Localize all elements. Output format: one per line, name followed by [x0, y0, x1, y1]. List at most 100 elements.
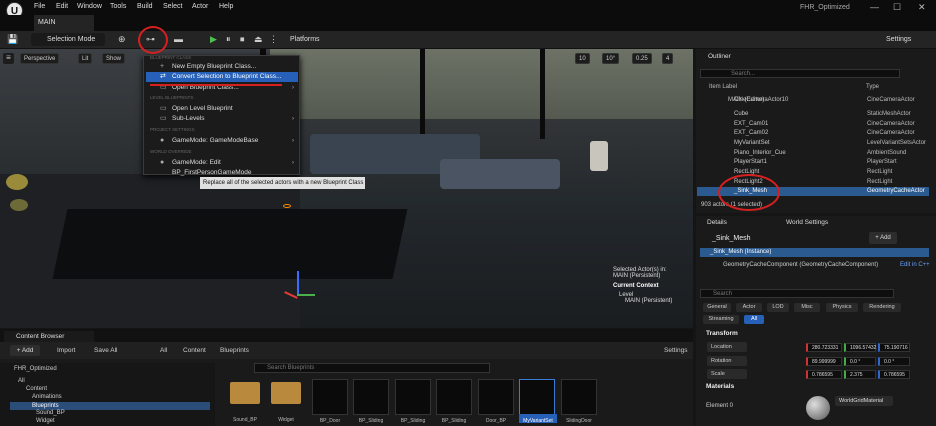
import-button[interactable]: Import: [57, 347, 75, 354]
asset-thumbnail[interactable]: [395, 379, 431, 415]
tree-item[interactable]: Widget: [36, 418, 55, 424]
menu-edit[interactable]: Edit: [56, 3, 68, 10]
cb-settings-button[interactable]: Settings: [664, 347, 688, 354]
menu-actor[interactable]: Actor: [192, 3, 208, 10]
minimize-button[interactable]: —: [870, 2, 879, 12]
tree-item[interactable]: All: [18, 378, 25, 384]
folder-icon[interactable]: [271, 382, 301, 404]
outliner-row[interactable]: Cube StaticMeshActor: [697, 110, 929, 119]
location-z-field[interactable]: 75.190716: [878, 343, 910, 352]
location-dropdown[interactable]: Location: [707, 342, 747, 352]
gizmo-z-axis[interactable]: [297, 271, 299, 295]
outliner-row[interactable]: Piano_Interior_Cue AmbientSound: [697, 149, 929, 158]
filter-physics[interactable]: Physics: [826, 303, 858, 312]
breadcrumb-all[interactable]: All: [160, 347, 167, 354]
details-add-button[interactable]: + Add: [869, 232, 897, 244]
new-empty-blueprint-item[interactable]: + New Empty Blueprint Class...: [146, 62, 298, 72]
asset-thumbnail[interactable]: [353, 379, 389, 415]
play-icon[interactable]: ▶: [210, 34, 217, 45]
scale-x-field[interactable]: 0.786595: [806, 370, 842, 379]
gamemode-item[interactable]: ● GameMode: GameModeBase ›: [146, 136, 298, 146]
level-value[interactable]: MAIN (Persistent): [613, 298, 691, 304]
camera-speed-value[interactable]: 4: [662, 53, 674, 64]
cb-search-input[interactable]: Search Blueprints: [254, 363, 490, 373]
show-button[interactable]: Show: [102, 53, 126, 64]
scale-snap-value[interactable]: 0.25: [632, 53, 652, 64]
rotation-x-field[interactable]: 89.999999: [806, 357, 842, 366]
edit-cpp-link[interactable]: Edit in C++: [900, 262, 930, 268]
rotation-snap-value[interactable]: 10°: [602, 53, 620, 64]
asset-thumbnail[interactable]: [478, 379, 514, 415]
rotation-y-field[interactable]: 0.0 °: [844, 357, 876, 366]
gizmo-y-axis[interactable]: [297, 294, 315, 296]
menu-build[interactable]: Build: [137, 3, 153, 10]
location-x-field[interactable]: 280.723331: [806, 343, 842, 352]
filter-rendering[interactable]: Rendering: [863, 303, 901, 312]
save-icon[interactable]: 💾: [7, 34, 18, 45]
lit-button[interactable]: Lit: [78, 53, 93, 64]
close-button[interactable]: ✕: [918, 2, 926, 13]
pivot-marker[interactable]: [283, 204, 291, 208]
location-y-field[interactable]: 1096.57432: [844, 343, 876, 352]
stop-icon[interactable]: ⏹: [240, 34, 245, 45]
outliner-row[interactable]: EXT_Cam01 CineCameraActor: [697, 120, 929, 129]
component-row[interactable]: GeometryCacheComponent (GeometryCacheCom…: [723, 262, 878, 268]
instance-row[interactable]: _Sink_Mesh (Instance): [700, 248, 929, 257]
filter-misc[interactable]: Misc: [794, 303, 820, 312]
rotation-z-field[interactable]: 0.0 °: [878, 357, 910, 366]
add-content-icon[interactable]: ⊕: [118, 34, 126, 45]
maximize-button[interactable]: ☐: [893, 2, 901, 13]
save-all-button[interactable]: Save All: [94, 347, 118, 354]
col-item-label[interactable]: Item Label: [709, 84, 737, 90]
settings-button[interactable]: Settings: [886, 36, 911, 43]
outliner-row[interactable]: MAIN (Editor): [697, 96, 929, 105]
pause-icon[interactable]: ⏸: [226, 34, 231, 45]
open-level-blueprint-item[interactable]: ▭ Open Level Blueprint: [146, 104, 298, 114]
details-search-input[interactable]: Search: [700, 289, 894, 298]
asset-thumbnail-selected[interactable]: [519, 379, 555, 415]
outliner-row[interactable]: RectLight RectLight: [697, 168, 929, 177]
outliner-row[interactable]: PlayerStart1 PlayerStart: [697, 158, 929, 167]
perspective-button[interactable]: Perspective: [20, 53, 60, 64]
tree-item[interactable]: Content: [26, 386, 47, 392]
menu-help[interactable]: Help: [219, 3, 233, 10]
cinematics-icon[interactable]: ▬: [174, 34, 183, 44]
menu-file[interactable]: File: [34, 3, 45, 10]
material-preview-sphere[interactable]: [806, 396, 830, 420]
folder-icon[interactable]: [230, 382, 260, 404]
tab-details[interactable]: Details: [707, 219, 727, 226]
tree-item[interactable]: Animations: [32, 394, 62, 400]
asset-thumbnail[interactable]: [312, 379, 348, 415]
outliner-row[interactable]: EXT_Cam02 CineCameraActor: [697, 129, 929, 138]
asset-thumbnail[interactable]: [561, 379, 597, 415]
menu-window[interactable]: Window: [77, 3, 102, 10]
platforms-button[interactable]: Platforms: [290, 36, 320, 43]
grid-snap-value[interactable]: 10: [575, 53, 590, 64]
menu-select[interactable]: Select: [163, 3, 182, 10]
tree-item[interactable]: Sound_BP: [36, 410, 65, 416]
tree-item[interactable]: FHR_Optimized: [14, 366, 57, 372]
outliner-row[interactable]: MyVariantSet LevelVariantSetsActor: [697, 139, 929, 148]
filter-general[interactable]: General: [703, 303, 731, 312]
tab-main[interactable]: MAIN: [34, 15, 94, 31]
filter-lod[interactable]: LOD: [767, 303, 789, 312]
filter-streaming[interactable]: Streaming: [703, 315, 739, 324]
rotation-dropdown[interactable]: Rotation: [707, 356, 747, 366]
materials-section[interactable]: Materials: [706, 383, 734, 390]
asset-thumbnail[interactable]: [436, 379, 472, 415]
material-dropdown[interactable]: WorldGridMaterial: [835, 396, 893, 406]
breadcrumb-blueprints[interactable]: Blueprints: [220, 347, 249, 354]
convert-selection-item[interactable]: ⇄ Convert Selection to Blueprint Class...: [146, 72, 298, 82]
outliner-search-input[interactable]: Search...: [700, 69, 900, 78]
tab-world-settings[interactable]: World Settings: [786, 219, 828, 226]
scale-dropdown[interactable]: Scale: [707, 369, 747, 379]
col-type[interactable]: Type: [866, 84, 879, 90]
more-options-icon[interactable]: ⋮: [269, 34, 278, 45]
scale-z-field[interactable]: 0.786595: [878, 370, 910, 379]
scale-y-field[interactable]: 2.375: [844, 370, 876, 379]
transform-section[interactable]: Transform: [706, 330, 738, 337]
eject-icon[interactable]: ⏏: [254, 34, 263, 45]
viewport-menu-icon[interactable]: ≡: [3, 53, 14, 64]
filter-all[interactable]: All: [744, 315, 764, 324]
tree-item[interactable]: Blueprints: [32, 403, 59, 409]
